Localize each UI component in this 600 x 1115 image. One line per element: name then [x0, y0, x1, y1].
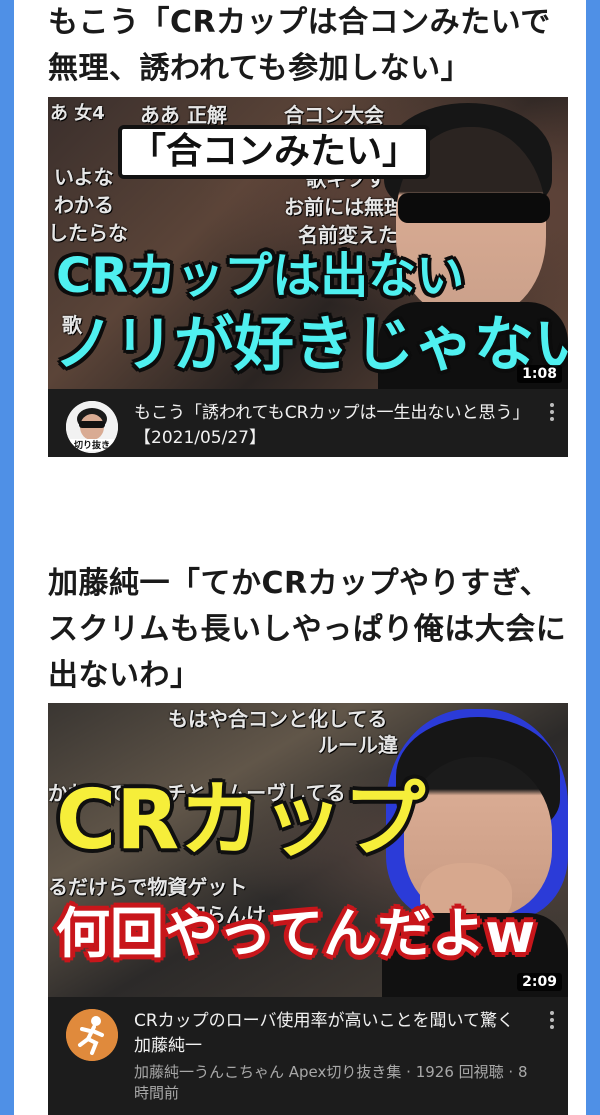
headline-mokou: もこう「CRカップは合コンみたいで 無理、誘われても参加しない」 [48, 0, 572, 92]
video-meta: 切り抜き もこう「誘われてもCRカップは一生出ないと思う」【2021/05/27… [48, 389, 568, 457]
video-duration: 2:09 [517, 973, 562, 991]
caption-quote: 「合コンみたい」 [118, 125, 431, 179]
video-card-kato[interactable]: もはや合コンと化してる ルール違 かわってアンチとるムーヴしてる るだけらで物資… [48, 703, 568, 1115]
game-text: したらな [48, 221, 128, 245]
running-figure-icon [66, 1009, 118, 1061]
article-page: もこう「CRカップは合コンみたいで 無理、誘われても参加しない」 あ 女4 ああ… [14, 0, 586, 1115]
video-title[interactable]: もこう「誘われてもCRカップは一生出ないと思う」【2021/05/27】 [134, 401, 528, 451]
channel-avatar[interactable]: 切り抜き [66, 401, 118, 453]
headline-line: もこう「CRカップは合コンみたいで [48, 5, 551, 40]
game-text: ルール違 [318, 733, 398, 757]
caption-cr-cup: CRカップ [56, 773, 426, 868]
channel-avatar[interactable] [66, 1009, 118, 1061]
headline-line: 無理、誘われても参加しない」 [48, 51, 472, 86]
game-text: いよな [54, 165, 114, 189]
caption-cr-cup: CRカップは出ない [56, 248, 465, 304]
headline-line: 出ないわ」 [48, 658, 201, 693]
video-duration: 1:08 [517, 365, 562, 383]
game-text: お前には無理 [284, 195, 404, 219]
headline-line: スクリムも長いしやっぱり俺は大会に [48, 612, 567, 647]
caption-main: ノリが好きじゃない [54, 310, 568, 380]
game-text: ああ 正解 [140, 103, 227, 127]
game-text: もはや合コンと化してる [168, 707, 388, 731]
game-text: わかる [54, 193, 114, 217]
video-card-mokou[interactable]: あ 女4 ああ 正解 合コン大会 いよな わかる したらな 歌 歌キツすぎ お前… [48, 97, 568, 457]
channel-meta: 加藤純一うんこちゃん Apex切り抜き集 · 1926 回視聴 · 8 時間前 [134, 1063, 528, 1102]
game-text: あ 女4 [50, 103, 105, 124]
headline-kato: 加藤純一「てかCRカップやりすぎ、 スクリムも長いしやっぱり俺は大会に 出ないわ… [48, 561, 572, 699]
video-thumbnail[interactable]: もはや合コンと化してる ルール違 かわってアンチとるムーヴしてる るだけらで物資… [48, 703, 568, 997]
headline-line: 加藤純一「てかCRカップやりすぎ、 [48, 566, 551, 601]
video-meta: CRカップのローバ使用率が高いことを聞いて驚く加藤純一 加藤純一うんこちゃん A… [48, 997, 568, 1115]
more-vert-icon[interactable] [550, 1011, 554, 1032]
game-text: るだけらで物資ゲット [48, 875, 248, 899]
caption-main: 何回やってんだよw [56, 902, 536, 965]
video-title[interactable]: CRカップのローバ使用率が高いことを聞いて驚く加藤純一 [134, 1009, 528, 1059]
video-thumbnail[interactable]: あ 女4 ああ 正解 合コン大会 いよな わかる したらな 歌 歌キツすぎ お前… [48, 97, 568, 389]
avatar-label: 切り抜き [73, 441, 110, 451]
sunglasses-icon [398, 193, 550, 223]
game-text: 合コン大会 [284, 103, 384, 127]
more-vert-icon[interactable] [550, 403, 554, 424]
